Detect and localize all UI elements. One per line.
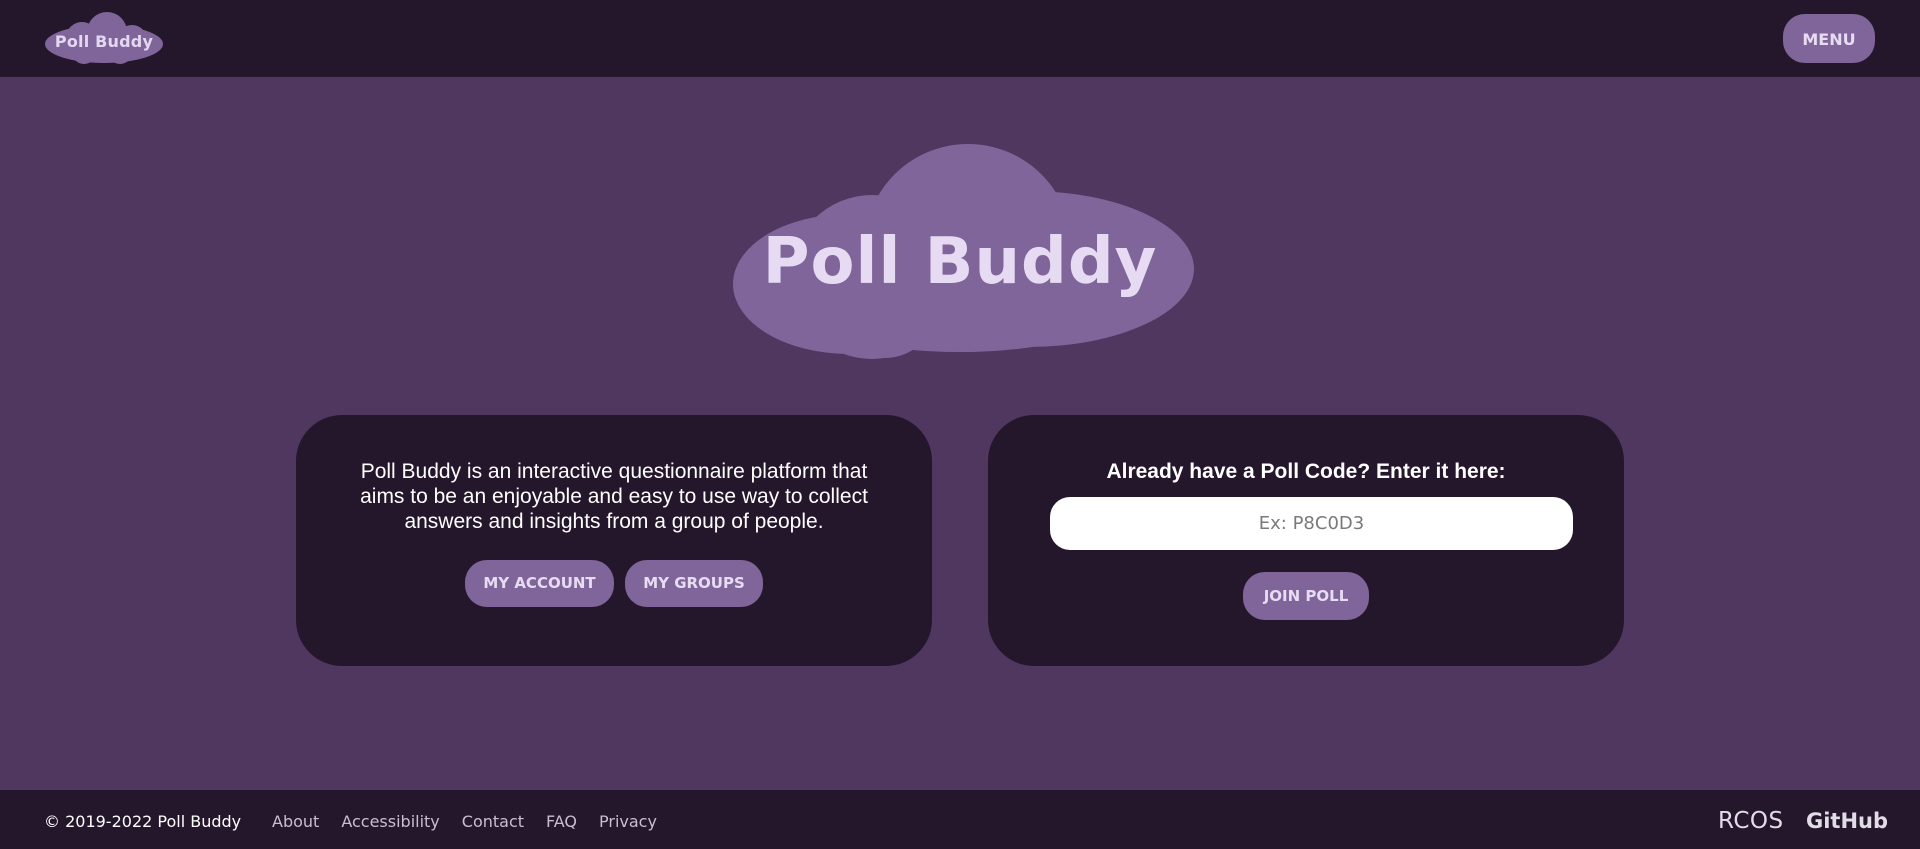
footer-link-privacy[interactable]: Privacy [599, 790, 657, 849]
github-link[interactable]: GitHub [1806, 790, 1888, 849]
footer-link-about[interactable]: About [272, 790, 319, 849]
hero-title: Poll Buddy [762, 225, 1158, 299]
footer-link-faq[interactable]: FAQ [546, 790, 577, 849]
footer-link-accessibility[interactable]: Accessibility [341, 790, 439, 849]
header-logo[interactable]: Poll Buddy [44, 10, 164, 66]
rcos-link[interactable]: RCOS [1718, 790, 1784, 849]
hero-logo: Poll Buddy [724, 142, 1196, 360]
join-poll-card: Already have a Poll Code? Enter it here:… [988, 415, 1624, 666]
footer-link-contact[interactable]: Contact [462, 790, 524, 849]
header-logo-text: Poll Buddy [54, 32, 154, 51]
poll-code-heading: Already have a Poll Code? Enter it here: [1106, 460, 1506, 483]
copyright-text: © 2019-2022 Poll Buddy [44, 812, 242, 831]
top-header: Poll Buddy MENU [0, 0, 1920, 77]
intro-card: Poll Buddy is an interactive questionnai… [296, 415, 932, 666]
footer: © 2019-2022 Poll Buddy About Accessibili… [0, 790, 1920, 849]
poll-code-input[interactable] [1050, 497, 1573, 550]
my-groups-button[interactable]: MY GROUPS [625, 560, 763, 607]
footer-links: About Accessibility Contact FAQ Privacy [272, 790, 679, 849]
menu-button[interactable]: MENU [1783, 14, 1875, 63]
intro-description: Poll Buddy is an interactive questionnai… [360, 460, 868, 533]
join-poll-button[interactable]: JOIN POLL [1243, 572, 1369, 620]
my-account-button[interactable]: MY ACCOUNT [465, 560, 614, 607]
